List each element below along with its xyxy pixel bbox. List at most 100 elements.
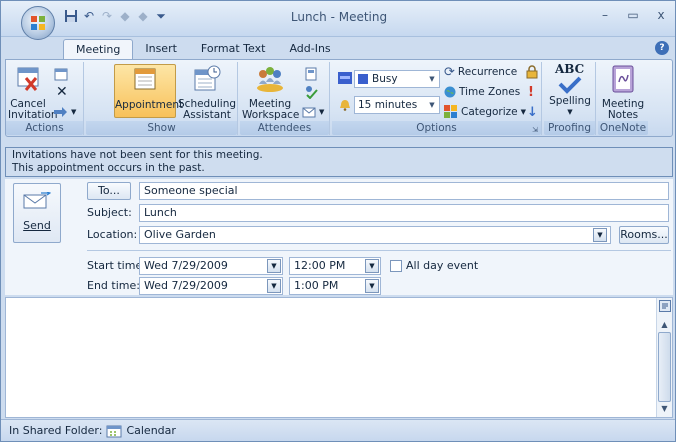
address-book-button[interactable]	[304, 66, 318, 82]
tab-format-text[interactable]: Format Text	[189, 39, 278, 59]
high-importance-button[interactable]: !	[528, 84, 534, 100]
info-bar: Invitations have not been sent for this …	[5, 147, 673, 177]
minimize-button[interactable]: –	[593, 8, 617, 26]
proofing-group-label: Proofing	[544, 121, 595, 135]
onenote-icon	[612, 65, 634, 93]
cancel-invitation-button[interactable]: Cancel Invitation	[8, 64, 58, 121]
subject-label: Subject:	[87, 206, 132, 219]
info-line-1: Invitations have not been sent for this …	[12, 149, 263, 161]
delete-button[interactable]: ✕	[56, 84, 68, 100]
time-zones-button[interactable]: Time Zones	[444, 84, 520, 100]
calendar-folder-icon	[106, 425, 122, 438]
response-options-button[interactable]: ▼	[302, 104, 324, 120]
send-button[interactable]: Send	[13, 183, 61, 243]
options-group-label: Options	[332, 121, 541, 135]
shared-folder-name[interactable]: Calendar	[126, 420, 175, 441]
meeting-workspace-button[interactable]: Meeting Workspace	[242, 64, 300, 121]
forward-button[interactable]: ▼	[52, 104, 76, 120]
options-dialog-launcher-icon[interactable]: ⇲	[532, 126, 538, 134]
subject-field[interactable]: Lunch	[139, 204, 669, 222]
show-as-select[interactable]: Busy ▼	[354, 70, 440, 88]
spelling-dropdown-icon: ▼	[567, 108, 573, 116]
ruler-toggle-icon[interactable]	[658, 300, 671, 314]
scroll-thumb[interactable]	[658, 332, 671, 402]
close-button[interactable]: x	[649, 8, 673, 26]
reminder-select[interactable]: 15 minutes ▼	[354, 96, 440, 114]
group-options: Busy ▼ 15 minutes ▼ ⟳ Recurrence Time Zo…	[332, 62, 542, 135]
start-date-field[interactable]: Wed 7/29/2009	[139, 257, 283, 275]
meeting-form: Send To... Someone special Subject: Lunc…	[5, 179, 673, 295]
end-date-field[interactable]: Wed 7/29/2009	[139, 277, 283, 295]
spelling-icon: ABC	[554, 62, 586, 94]
busy-swatch	[358, 74, 368, 84]
office-button[interactable]	[21, 6, 55, 40]
message-body[interactable]: ▲ ▼	[5, 297, 673, 418]
private-lock-icon	[526, 65, 538, 79]
calendar-small-icon	[54, 68, 68, 81]
scheduling-assistant-button[interactable]: Scheduling Assistant	[178, 64, 236, 121]
location-label: Location:	[87, 228, 138, 241]
tab-insert[interactable]: Insert	[133, 39, 189, 59]
show-as-value: Busy	[372, 73, 398, 85]
notes-label-2: Notes	[607, 109, 639, 121]
appointment-label: Appointment	[115, 99, 184, 111]
end-time-label: End time:	[87, 279, 140, 292]
categorize-button[interactable]: Categorize ▼	[444, 104, 526, 120]
spelling-abc-text: ABC	[555, 62, 585, 76]
tab-add-ins[interactable]: Add-Ins	[277, 39, 342, 59]
location-field[interactable]: Olive Garden	[139, 226, 611, 244]
body-scrollbar[interactable]: ▲ ▼	[656, 298, 672, 417]
low-importance-button[interactable]: ↓	[527, 104, 538, 120]
meeting-workspace-icon	[257, 67, 283, 92]
actions-group-label: Actions	[6, 121, 83, 135]
tab-meeting[interactable]: Meeting	[63, 39, 134, 60]
categorize-dropdown-icon: ▼	[520, 108, 527, 116]
ribbon: Cancel Invitation ✕ ▼ Actions Appointmen…	[5, 59, 673, 137]
send-envelope-icon	[23, 191, 52, 209]
categorize-icon	[444, 105, 457, 118]
location-dropdown-icon[interactable]: ▼	[593, 228, 607, 242]
rooms-button[interactable]: Rooms...	[619, 226, 669, 244]
onenote-group-label: OneNote	[598, 121, 648, 135]
check-names-icon	[306, 86, 318, 99]
meeting-notes-button[interactable]: Meeting Notes	[600, 64, 646, 121]
spelling-button[interactable]: ABC Spelling ▼	[548, 62, 592, 118]
info-line-2: This appointment occurs in the past.	[12, 162, 205, 174]
maximize-button[interactable]: ▭	[621, 8, 645, 26]
check-names-button[interactable]	[304, 84, 318, 100]
help-icon[interactable]: ?	[655, 41, 669, 55]
forward-dropdown-icon: ▼	[71, 108, 77, 116]
ribbon-tabs: Meeting Insert Format Text Add-Ins	[63, 39, 343, 60]
response-options-icon	[302, 107, 316, 118]
start-time-label: Start time:	[87, 259, 146, 272]
office-logo-icon	[31, 16, 45, 30]
cancel-invitation-icon	[17, 67, 39, 91]
appointment-icon	[134, 68, 156, 90]
start-date-dropdown-icon[interactable]: ▼	[267, 259, 281, 273]
cancel-label-2: Invitation	[8, 109, 58, 121]
appointment-button[interactable]: Appointment	[114, 64, 184, 118]
scroll-up-icon[interactable]: ▲	[658, 320, 671, 329]
window-title: Lunch - Meeting	[290, 10, 388, 24]
reminder-value: 15 minutes	[358, 99, 418, 111]
recurrence-button[interactable]: ⟳ Recurrence	[444, 64, 517, 80]
all-day-checkbox[interactable]	[390, 260, 402, 272]
start-time-dropdown-icon[interactable]: ▼	[365, 259, 379, 273]
end-time-dropdown-icon[interactable]: ▼	[365, 279, 379, 293]
workspace-label-2: Workspace	[242, 109, 300, 121]
to-button[interactable]: To...	[87, 182, 131, 200]
calendar-action-button[interactable]	[54, 66, 68, 82]
scroll-down-icon[interactable]: ▼	[658, 404, 671, 413]
shared-folder-label: In Shared Folder:	[9, 424, 103, 437]
private-button[interactable]	[526, 64, 538, 80]
show-as-dropdown-icon: ▼	[429, 75, 435, 83]
to-field[interactable]: Someone special	[139, 182, 669, 200]
meeting-window: ↶ ↷ ◆ ◆ ⏷ Lunch - Meeting – ▭ x Meeting …	[0, 0, 676, 442]
spelling-check-icon	[558, 76, 582, 94]
end-date-dropdown-icon[interactable]: ▼	[267, 279, 281, 293]
scheduling-label-2: Assistant	[183, 109, 231, 121]
spelling-label: Spelling	[549, 95, 591, 107]
attendees-group-label: Attendees	[240, 121, 329, 135]
group-onenote: Meeting Notes OneNote	[598, 62, 648, 135]
address-book-icon	[305, 67, 317, 81]
